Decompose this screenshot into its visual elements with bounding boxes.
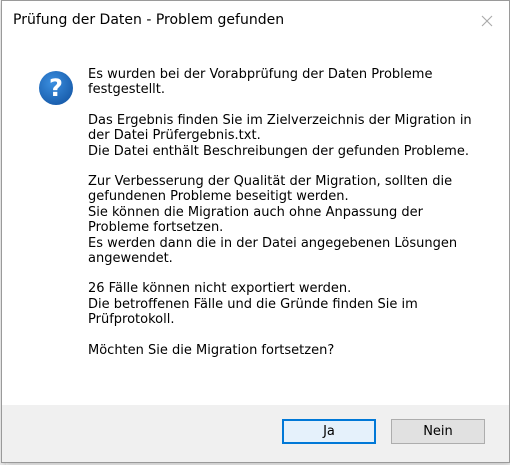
message-line: gefundenen Probleme beseitigt werden. xyxy=(88,189,349,205)
question-icon: ? xyxy=(39,71,73,105)
close-icon xyxy=(481,15,493,27)
message-line: Zur Verbesserung der Qualität der Migrat… xyxy=(88,174,453,190)
message-dialog: Prüfung der Daten - Problem gefunden ? E… xyxy=(1,0,510,463)
message-paragraph: 26 Fälle können nicht exportiert werden.… xyxy=(88,281,488,327)
message-paragraph: Zur Verbesserung der Qualität der Migrat… xyxy=(88,174,488,266)
message-paragraph: Es wurden bei der Vorabprüfung der Daten… xyxy=(88,67,488,98)
message-line: Es wurden bei der Vorabprüfung der Daten… xyxy=(88,67,433,82)
no-button[interactable]: Nein xyxy=(391,419,485,444)
message-line: der Datei Prüfergebnis.txt. xyxy=(88,128,261,144)
dialog-title: Prüfung der Daten - Problem gefunden xyxy=(13,12,285,28)
message-line: 26 Fälle können nicht exportiert werden. xyxy=(88,281,352,297)
message-line: Die Datei enthält Beschreibungen der gef… xyxy=(88,143,469,159)
question-glyph: ? xyxy=(49,74,63,102)
message-body: Es wurden bei der Vorabprüfung der Daten… xyxy=(88,67,488,373)
message-line: Die betroffenen Fälle und die Gründe fin… xyxy=(88,296,418,312)
message-paragraph: Das Ergebnis finden Sie im Zielverzeichn… xyxy=(88,113,488,159)
message-line: angewendet. xyxy=(88,251,173,267)
message-line: festgestellt. xyxy=(88,82,166,98)
message-line: Das Ergebnis finden Sie im Zielverzeichn… xyxy=(88,112,472,128)
message-line: Prüfprotokoll. xyxy=(88,312,175,328)
message-line: Möchten Sie die Migration fortsetzen? xyxy=(88,342,335,358)
message-paragraph: Möchten Sie die Migration fortsetzen? xyxy=(88,343,488,358)
message-line: Probleme fortsetzen. xyxy=(88,220,224,236)
button-bar: Ja Nein xyxy=(2,405,509,462)
message-line: Sie können die Migration auch ohne Anpas… xyxy=(88,204,423,220)
yes-button[interactable]: Ja xyxy=(282,419,376,444)
message-line: Es werden dann die in der Datei angegebe… xyxy=(88,235,458,251)
title-bar: Prüfung der Daten - Problem gefunden xyxy=(2,1,509,41)
close-button[interactable] xyxy=(465,1,509,41)
